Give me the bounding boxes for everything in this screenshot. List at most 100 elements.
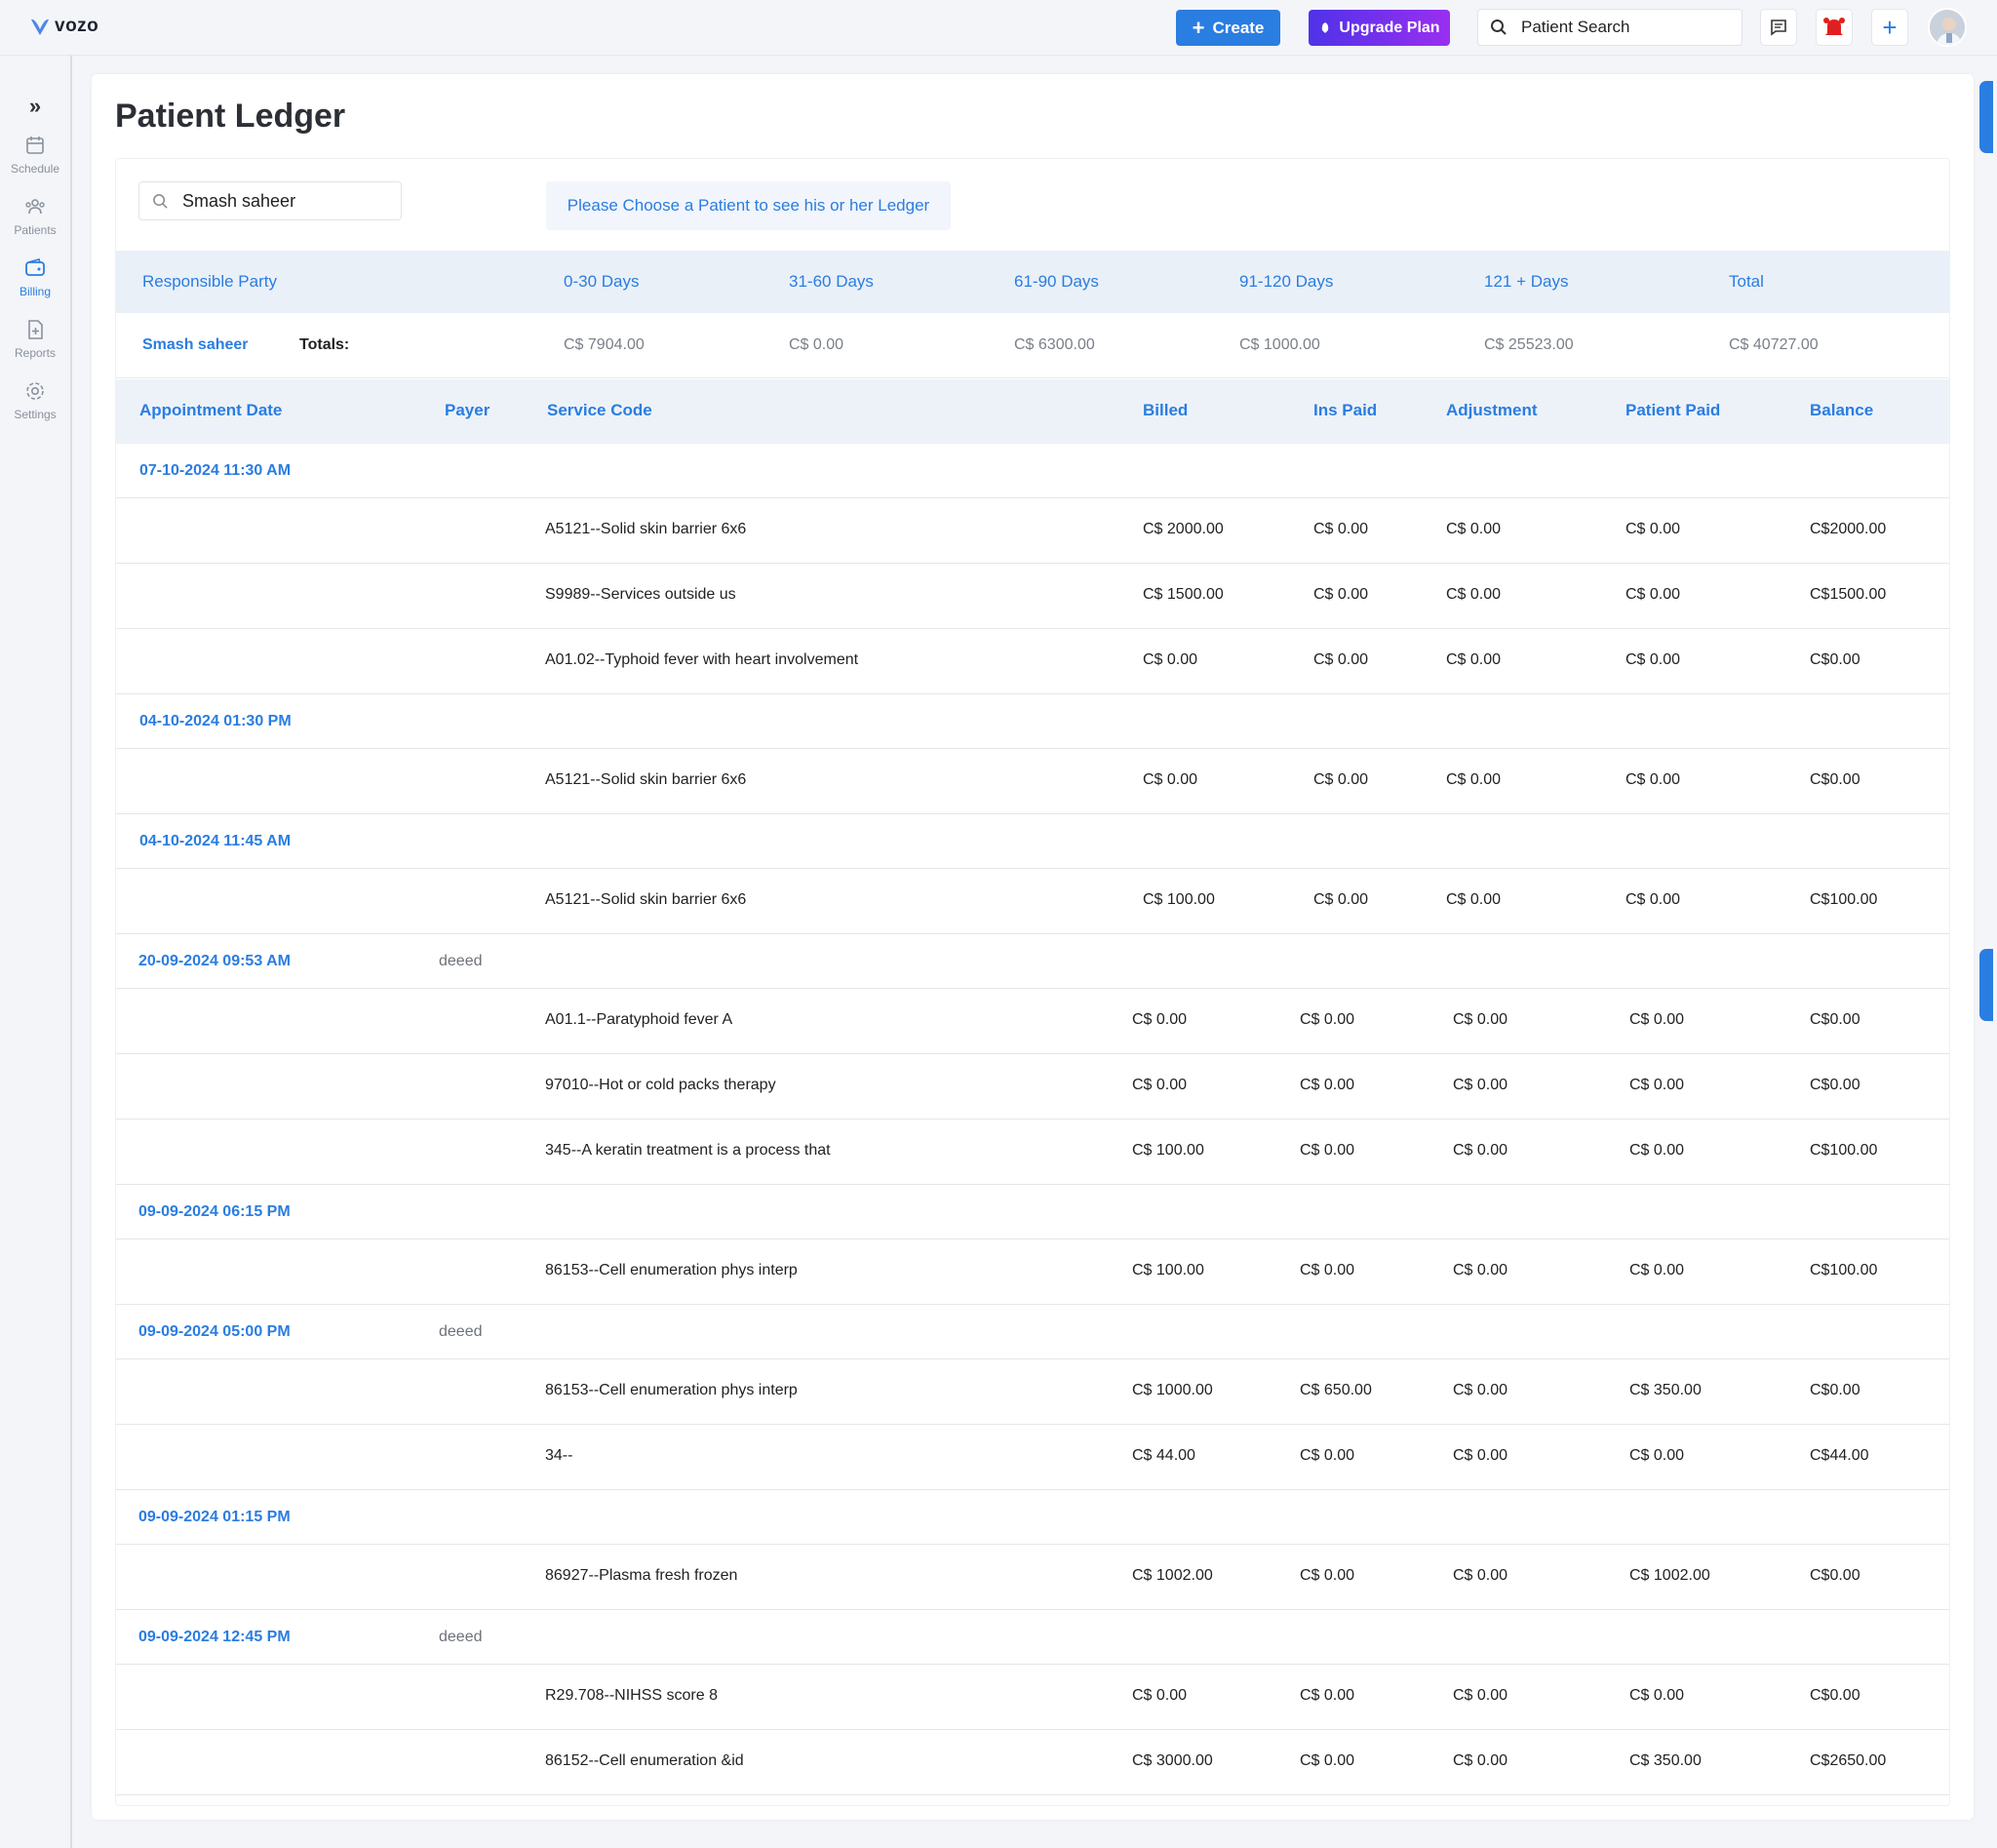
service-code: S9989--Services outside us [545, 586, 736, 603]
side-drawer-tab[interactable] [1979, 949, 1993, 1021]
patient-paid-amount: C$ 0.00 [1625, 521, 1681, 537]
gear-icon [26, 382, 44, 400]
aging-col-31-60: 31-60 Days [789, 272, 874, 291]
adjustment-amount: C$ 0.00 [1453, 1447, 1508, 1464]
appointment-date[interactable]: 09-09-2024 05:00 PM [138, 1323, 291, 1341]
patient-ledger-search-input[interactable]: Smash saheer [138, 181, 402, 220]
wallet-icon [25, 258, 45, 276]
col-ins-paid: Ins Paid [1313, 401, 1378, 419]
billed-amount: C$ 100.00 [1132, 1142, 1204, 1159]
patient-search-input[interactable]: Patient Search [1477, 9, 1742, 46]
search-icon [153, 193, 168, 209]
service-code: 86153--Cell enumeration phys interp [545, 1382, 798, 1398]
service-line-row: S9989--Services outside us C$ 1500.00 C$ 0… [116, 564, 1949, 629]
app-logo[interactable]: vozo [29, 16, 98, 37]
alarm-bell-icon [1823, 18, 1845, 35]
col-billed: Billed [1143, 401, 1189, 419]
adjustment-amount: C$ 0.00 [1446, 891, 1502, 908]
patient-paid-amount: C$ 0.00 [1629, 1262, 1685, 1278]
avatar-image [1930, 10, 1965, 45]
appointment-date[interactable]: 09-09-2024 06:15 PM [138, 1203, 291, 1221]
service-code: R29.708--NIHSS score 8 [545, 1687, 718, 1704]
ins-paid-amount: C$ 0.00 [1313, 651, 1369, 668]
side-drawer-tab[interactable] [1979, 81, 1993, 153]
aging-value-91-120: C$ 1000.00 [1239, 336, 1320, 353]
col-patient-paid: Patient Paid [1625, 401, 1721, 419]
messages-button[interactable] [1760, 9, 1797, 46]
sidebar-item-billing[interactable]: Billing [0, 256, 70, 298]
ins-paid-amount: C$ 0.00 [1300, 1262, 1355, 1278]
appointment-date[interactable]: 04-10-2024 11:45 AM [139, 833, 291, 850]
patient-search-placeholder: Patient Search [1521, 18, 1630, 36]
balance-amount: C$0.00 [1810, 1077, 1860, 1093]
sidebar: » Schedule Patients Billing Reports Sett… [0, 56, 72, 1848]
sidebar-item-schedule[interactable]: Schedule [0, 134, 70, 176]
service-line-row: 86927--Plasma fresh frozen C$ 1002.00 C$ 0… [116, 1545, 1949, 1610]
col-payer: Payer [445, 401, 490, 419]
upgrade-plan-button[interactable]: Upgrade Plan [1309, 10, 1450, 46]
aging-value-0-30: C$ 7904.00 [564, 336, 645, 353]
sidebar-item-patients[interactable]: Patients [0, 195, 70, 237]
balance-amount: C$0.00 [1810, 1567, 1860, 1584]
patient-paid-amount: C$ 0.00 [1629, 1011, 1685, 1028]
ins-paid-amount: C$ 0.00 [1300, 1077, 1355, 1093]
totals-label: Totals: [299, 336, 350, 353]
aging-col-0-30: 0-30 Days [564, 272, 640, 291]
appointment-group-row: 09-09-2024 06:15 PM [116, 1185, 1949, 1239]
balance-amount: C$44.00 [1810, 1447, 1869, 1464]
ins-paid-amount: C$ 0.00 [1313, 586, 1369, 603]
patient-paid-amount: C$ 350.00 [1629, 1382, 1702, 1398]
patient-paid-amount: C$ 0.00 [1629, 1077, 1685, 1093]
sidebar-label-billing: Billing [19, 285, 51, 298]
service-line-row: A5121--Solid skin barrier 6x6 C$ 2000.00 C… [116, 498, 1949, 564]
appointment-date[interactable]: 04-10-2024 01:30 PM [139, 713, 292, 730]
main-content: Patient Ledger Smash saheer Please Choos… [92, 74, 1974, 1820]
choose-patient-message: Please Choose a Patient to see his or he… [546, 181, 951, 230]
billed-amount: C$ 0.00 [1132, 1011, 1188, 1028]
aging-totals-row: Smash saheer Totals: C$ 7904.00 C$ 0.00 … [116, 313, 1949, 378]
patient-paid-amount: C$ 0.00 [1629, 1687, 1685, 1704]
expand-sidebar-icon[interactable]: » [21, 93, 49, 120]
ledger-panel: Smash saheer Please Choose a Patient to … [115, 158, 1950, 1806]
appointment-group-row: 04-10-2024 11:45 AM [116, 814, 1949, 869]
service-code: A01.1--Paratyphoid fever A [545, 1011, 733, 1028]
user-avatar[interactable] [1928, 8, 1967, 47]
ins-paid-amount: C$ 0.00 [1300, 1142, 1355, 1159]
ins-paid-amount: C$ 0.00 [1313, 521, 1369, 537]
balance-amount: C$0.00 [1810, 771, 1860, 788]
ins-paid-amount: C$ 0.00 [1300, 1752, 1355, 1769]
ins-paid-amount: C$ 0.00 [1300, 1011, 1355, 1028]
create-label: Create [1212, 18, 1265, 37]
logo-text: vozo [55, 16, 99, 36]
service-code: 86152--Cell enumeration &id [545, 1752, 744, 1769]
balance-amount: C$2650.00 [1810, 1752, 1887, 1769]
patient-paid-amount: C$ 0.00 [1625, 586, 1681, 603]
sidebar-label-reports: Reports [14, 346, 57, 360]
quick-add-button[interactable]: + [1871, 9, 1908, 46]
balance-amount: C$0.00 [1810, 1687, 1860, 1704]
billed-amount: C$ 0.00 [1132, 1687, 1188, 1704]
top-bar: vozo + Create Upgrade Plan Patient Searc… [0, 0, 1997, 56]
col-balance: Balance [1810, 401, 1874, 419]
patient-paid-amount: C$ 1002.00 [1629, 1567, 1710, 1584]
ins-paid-amount: C$ 0.00 [1313, 771, 1369, 788]
sidebar-item-reports[interactable]: Reports [0, 318, 70, 360]
appointment-date[interactable]: 09-09-2024 01:15 PM [138, 1509, 291, 1526]
vozo-logo-icon [31, 19, 49, 35]
page-title: Patient Ledger [115, 98, 346, 135]
alerts-button[interactable] [1816, 9, 1853, 46]
patient-paid-amount: C$ 0.00 [1629, 1142, 1685, 1159]
balance-amount: C$100.00 [1810, 891, 1878, 908]
chat-icon [1771, 20, 1786, 36]
responsible-party-link[interactable]: Smash saheer [142, 336, 249, 354]
service-line-row: 86153--Cell enumeration phys interp C$ 10… [116, 1359, 1949, 1425]
balance-amount: C$0.00 [1810, 651, 1860, 668]
appointment-date[interactable]: 20-09-2024 09:53 AM [138, 953, 291, 970]
billed-amount: C$ 0.00 [1143, 651, 1198, 668]
sidebar-item-settings[interactable]: Settings [0, 379, 70, 421]
appointment-date[interactable]: 09-09-2024 12:45 PM [138, 1629, 291, 1646]
adjustment-amount: C$ 0.00 [1453, 1382, 1508, 1398]
appointment-date[interactable]: 07-10-2024 11:30 AM [139, 462, 291, 480]
create-button[interactable]: + Create [1176, 10, 1280, 46]
col-adjustment: Adjustment [1446, 401, 1538, 419]
